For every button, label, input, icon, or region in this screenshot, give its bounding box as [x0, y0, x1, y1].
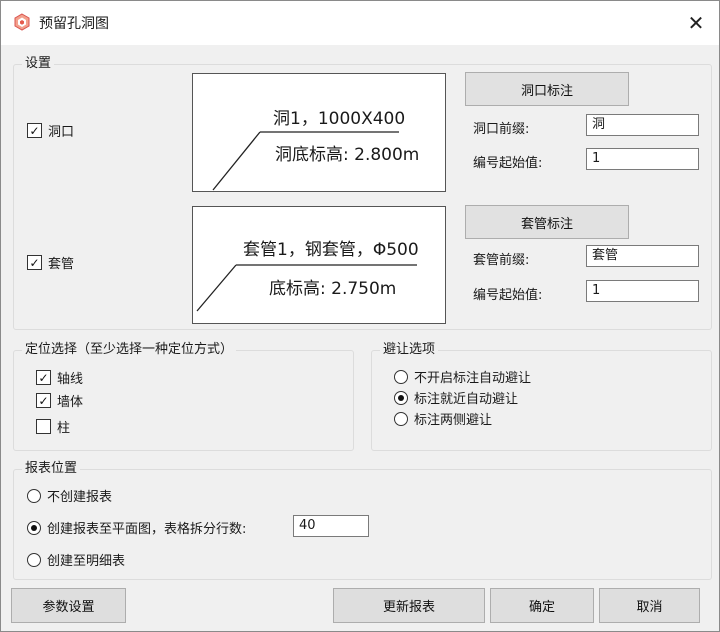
sleeve-leader-diagonal: [196, 264, 237, 312]
title-bar: 预留孔洞图 ✕: [1, 1, 719, 45]
avoid-nearby-label: 标注就近自动避让: [414, 392, 519, 407]
report-none-label: 不创建报表: [47, 490, 113, 505]
sleeve-checkbox-label: 套管: [48, 257, 75, 272]
sleeve-checkbox[interactable]: ✓ 套管: [27, 253, 74, 272]
column-checkbox-box[interactable]: [36, 419, 51, 434]
hole-preview-line2: 洞底标高: 2.800m: [275, 145, 420, 165]
avoid-none-label: 不开启标注自动避让: [414, 371, 532, 386]
wall-checkbox-label: 墙体: [57, 395, 84, 410]
axis-checkbox[interactable]: ✓ 轴线: [36, 368, 83, 387]
ok-button[interactable]: 确定: [490, 588, 594, 623]
hole-checkbox[interactable]: ✓ 洞口: [27, 121, 74, 140]
positioning-legend: 定位选择（至少选择一种定位方式）: [22, 342, 237, 358]
avoid-both-sides-label: 标注两侧避让: [414, 413, 493, 428]
report-plan-radio[interactable]: 创建报表至平面图，表格拆分行数:: [27, 518, 246, 537]
avoid-both-sides-radio[interactable]: 标注两侧避让: [394, 409, 492, 428]
window-title: 预留孔洞图: [39, 16, 109, 32]
hole-start-label: 编号起始值:: [473, 156, 543, 171]
sleeve-start-input[interactable]: 1: [586, 280, 699, 302]
sleeve-prefix-label: 套管前缀:: [473, 253, 530, 268]
close-icon[interactable]: ✕: [673, 5, 719, 41]
settings-legend: 设置: [22, 56, 55, 72]
report-rows-input[interactable]: 40: [293, 515, 369, 537]
sleeve-preview-line1: 套管1，钢套管，Φ500: [243, 240, 419, 260]
hole-prefix-label: 洞口前缀:: [473, 122, 530, 137]
sleeve-preview-line2: 底标高: 2.750m: [269, 279, 397, 299]
report-none-radio-circle[interactable]: [27, 488, 41, 503]
app-logo-icon: [14, 13, 30, 31]
sleeve-checkbox-box[interactable]: ✓: [27, 255, 42, 270]
wall-checkbox[interactable]: ✓ 墙体: [36, 391, 83, 410]
hole-preview-line1: 洞1，1000X400: [273, 109, 406, 129]
hole-checkbox-label: 洞口: [48, 125, 75, 140]
avoid-none-radio-circle[interactable]: [394, 369, 408, 384]
wall-checkbox-box[interactable]: ✓: [36, 393, 51, 408]
hole-prefix-input[interactable]: 洞: [586, 114, 699, 136]
column-checkbox[interactable]: 柱: [36, 417, 70, 436]
hole-start-input[interactable]: 1: [586, 148, 699, 170]
sleeve-preview: 套管1，钢套管，Φ500 底标高: 2.750m: [192, 206, 446, 324]
report-none-radio[interactable]: 不创建报表: [27, 486, 112, 505]
avoid-nearby-radio[interactable]: 标注就近自动避让: [394, 388, 518, 407]
axis-checkbox-box[interactable]: ✓: [36, 370, 51, 385]
update-report-button[interactable]: 更新报表: [333, 588, 485, 623]
dialog-window: 预留孔洞图 ✕ 设置 ✓ 洞口 洞1，1000X400 洞底标高: 2.800m…: [0, 0, 720, 632]
report-schedule-label: 创建至明细表: [47, 554, 126, 569]
avoid-both-sides-radio-circle[interactable]: [394, 411, 408, 426]
column-checkbox-label: 柱: [57, 421, 71, 436]
sleeve-prefix-input[interactable]: 套管: [586, 245, 699, 267]
sleeve-annotate-button[interactable]: 套管标注: [465, 205, 629, 239]
axis-checkbox-label: 轴线: [57, 372, 84, 387]
report-legend: 报表位置: [22, 461, 81, 477]
params-button[interactable]: 参数设置: [11, 588, 126, 623]
avoidance-legend: 避让选项: [380, 342, 439, 358]
report-plan-radio-circle[interactable]: [27, 520, 41, 535]
sleeve-preview-drawing: [196, 264, 417, 312]
hole-checkbox-box[interactable]: ✓: [27, 123, 42, 138]
hole-preview: 洞1，1000X400 洞底标高: 2.800m: [192, 73, 446, 192]
hole-leader-diagonal: [212, 131, 261, 191]
cancel-button[interactable]: 取消: [599, 588, 700, 623]
avoid-nearby-radio-circle[interactable]: [394, 390, 408, 405]
hole-annotate-button[interactable]: 洞口标注: [465, 72, 629, 106]
report-schedule-radio-circle[interactable]: [27, 552, 41, 567]
report-schedule-radio[interactable]: 创建至明细表: [27, 550, 125, 569]
sleeve-start-label: 编号起始值:: [473, 288, 543, 303]
hole-preview-drawing: [212, 131, 399, 191]
report-plan-label: 创建报表至平面图，表格拆分行数:: [47, 522, 247, 537]
avoid-none-radio[interactable]: 不开启标注自动避让: [394, 367, 531, 386]
